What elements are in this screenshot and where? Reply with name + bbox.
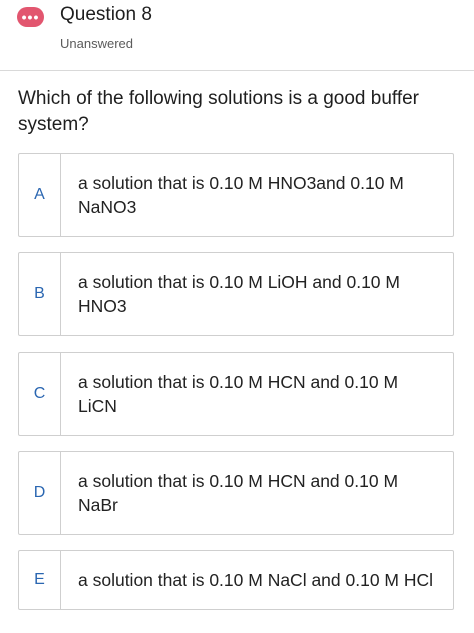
option-c[interactable]: C a solution that is 0.10 M HCN and 0.10… <box>18 352 454 436</box>
question-header: ••• Question 8 Unanswered <box>0 0 474 71</box>
option-a[interactable]: A a solution that is 0.10 M HNO3and 0.10… <box>18 153 454 237</box>
option-letter: A <box>19 154 61 236</box>
option-text: a solution that is 0.10 M LiOH and 0.10 … <box>78 272 400 316</box>
more-options-icon[interactable]: ••• <box>17 7 44 27</box>
option-letter: E <box>19 551 61 609</box>
option-b[interactable]: B a solution that is 0.10 M LiOH and 0.1… <box>18 252 454 336</box>
option-d[interactable]: D a solution that is 0.10 M HCN and 0.10… <box>18 451 454 535</box>
option-text: a solution that is 0.10 M NaCl and 0.10 … <box>78 570 434 590</box>
option-text: a solution that is 0.10 M HCN and 0.10 M… <box>78 471 399 515</box>
option-e[interactable]: E a solution that is 0.10 M NaCl and 0.1… <box>18 550 454 610</box>
option-letter: C <box>19 353 61 435</box>
option-text: a solution that is 0.10 M HNO3and 0.10 M… <box>78 173 404 217</box>
option-letter: B <box>19 253 61 335</box>
option-text: a solution that is 0.10 M HCN and 0.10 M… <box>78 372 399 416</box>
question-title: Question 8 <box>60 4 152 25</box>
question-prompt: Which of the following solutions is a go… <box>18 88 419 135</box>
answer-status: Unanswered <box>60 36 133 51</box>
option-letter: D <box>19 452 61 534</box>
